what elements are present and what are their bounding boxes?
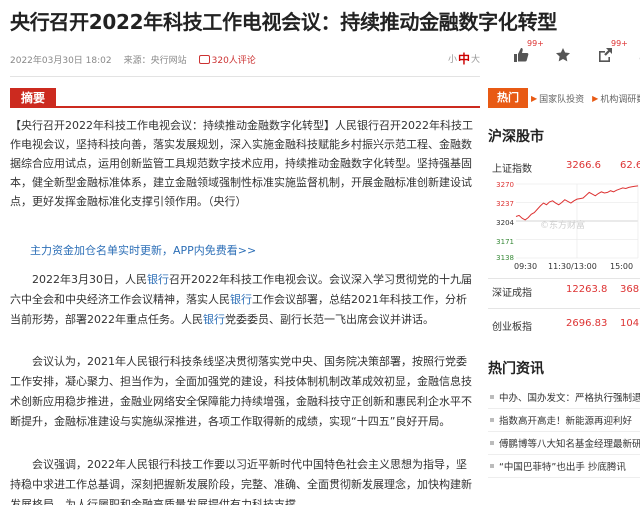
index-row-shenzhen[interactable]: 深证成指 12263.8 368.72	[492, 284, 640, 300]
summary-tab: 摘要	[10, 88, 56, 108]
share-count: 99+	[611, 39, 628, 48]
index-value: 2696.83	[566, 318, 608, 329]
hot-news-list: 中办、国办发文：严格执行强制退市 指数高开高走！新能源再迎利好 傅鹏博等八大知名…	[488, 386, 640, 478]
index-row-chinext[interactable]: 创业板指 2696.83 104.16	[492, 318, 640, 334]
more-button[interactable]	[636, 44, 640, 66]
hot-news-title: 热门资讯	[488, 361, 544, 377]
index-value: 3266.6	[566, 160, 601, 171]
x-tick-label: 11:30/13:00	[548, 262, 597, 271]
article-actions: 99+ 99+	[510, 39, 640, 66]
stock-link-bank[interactable]: 银行	[147, 273, 169, 286]
index-change: 104.16	[620, 318, 640, 329]
index-value: 12263.8	[566, 284, 608, 295]
divider	[488, 308, 640, 309]
summary-text: 【央行召开2022年科技工作电视会议：持续推动金融数字化转型】人民银行召开202…	[10, 119, 473, 208]
y-tick-label: 3204	[496, 219, 514, 227]
topic-national-team[interactable]: 国家队投资	[539, 92, 584, 105]
index-change: 368.72	[620, 284, 640, 295]
publish-date: 2022年03月30日 18:02	[10, 55, 112, 66]
bullet-icon	[490, 418, 494, 422]
article-paragraph-2: 会议认为，2021年人民银行科技条线坚决贯彻落实党中央、国务院决策部署，按照行党…	[10, 355, 472, 428]
bullet-icon	[490, 441, 494, 445]
index-name: 深证成指	[492, 288, 532, 299]
para1-text-a: 2022年3月30日，人民	[32, 273, 147, 286]
index-name: 上证指数	[492, 164, 532, 175]
news-title: “中国巴菲特”也出手 抄底腾讯	[499, 462, 626, 473]
favorite-button[interactable]	[552, 44, 574, 66]
news-item[interactable]: 中办、国办发文：严格执行强制退市	[488, 386, 640, 409]
app-promo-link[interactable]: 主力资金加仓名单实时更新，APP内免费看>>	[30, 242, 256, 258]
article-paragraph-3: 会议强调，2022年人民银行科技工作要以习近平新时代中国特色社会主义思想为指导，…	[10, 458, 472, 505]
index-row-shanghai[interactable]: 上证指数 3266.6 62.66	[492, 160, 640, 176]
star-icon	[556, 48, 570, 62]
font-size-switch: 小 中 大	[448, 50, 480, 67]
font-medium-button[interactable]: 中	[458, 50, 470, 67]
divider	[488, 278, 640, 279]
news-item[interactable]: “中国巴菲特”也出手 抄底腾讯	[488, 455, 640, 478]
comment-count: 320人评论	[211, 55, 256, 66]
index-change: 62.66	[620, 160, 640, 171]
share-button[interactable]: 99+	[594, 39, 628, 66]
news-item[interactable]: 指数高开高走！新能源再迎利好	[488, 409, 640, 432]
bullet-icon	[490, 464, 494, 468]
bullet-icon	[490, 395, 494, 399]
y-tick-label: 3270	[496, 181, 514, 189]
x-tick-label: 09:30	[514, 262, 538, 271]
arrow-right-icon: ▶	[531, 93, 538, 103]
news-item[interactable]: 傅鹏博等八大知名基金经理最新研判	[488, 432, 640, 455]
news-title: 傅鹏博等八大知名基金经理最新研判	[499, 439, 640, 450]
y-tick-label: 3171	[496, 238, 514, 246]
topic-research-data[interactable]: 机构调研数据一览	[600, 92, 640, 105]
sidebar-topic-tabs: 热门 ▶ 国家队投资 ▶ 机构调研数据一览	[488, 88, 640, 108]
article-title: 央行召开2022年科技工作电视会议：持续推动金融数字化转型	[10, 10, 557, 34]
market-title: 沪深股市	[488, 129, 544, 145]
stock-link-bank[interactable]: 银行	[203, 313, 225, 326]
hot-tag: 热门	[488, 88, 528, 108]
y-tick-label: 3237	[496, 200, 514, 208]
share-icon	[599, 48, 612, 62]
index-name: 创业板指	[492, 322, 532, 333]
chart-watermark: ©东方财富	[540, 221, 586, 231]
para1-text-d: 党委委员、副行长范一飞出席会议并讲话。	[225, 313, 434, 326]
article-meta: 2022年03月30日 18:02 来源：央行网站 320人评论	[10, 52, 256, 66]
comment-icon	[198, 54, 210, 64]
like-button[interactable]: 99+	[510, 39, 544, 66]
thumbs-up-icon	[514, 48, 529, 62]
font-small-button[interactable]: 小	[448, 52, 457, 65]
article-source: 来源：央行网站	[123, 55, 187, 66]
intraday-chart[interactable]: ©东方财富 3270 3237 3204 3171 3138 09:30 11:…	[492, 178, 640, 274]
summary-divider	[10, 106, 480, 108]
stock-link-bank[interactable]: 银行	[230, 293, 252, 306]
like-count: 99+	[527, 39, 544, 48]
article-paragraph-1: 2022年3月30日，人民银行召开2022年科技工作电视会议。会议深入学习贯彻党…	[10, 270, 476, 330]
header-divider	[10, 76, 480, 77]
comment-link[interactable]: 320人评论	[198, 53, 256, 66]
arrow-right-icon: ▶	[592, 93, 599, 103]
x-tick-label: 15:00	[610, 262, 634, 271]
y-tick-label: 3138	[496, 254, 514, 262]
news-title: 中办、国办发文：严格执行强制退市	[499, 393, 640, 404]
news-title: 指数高开高走！新能源再迎利好	[499, 416, 633, 427]
font-large-button[interactable]: 大	[471, 52, 480, 65]
